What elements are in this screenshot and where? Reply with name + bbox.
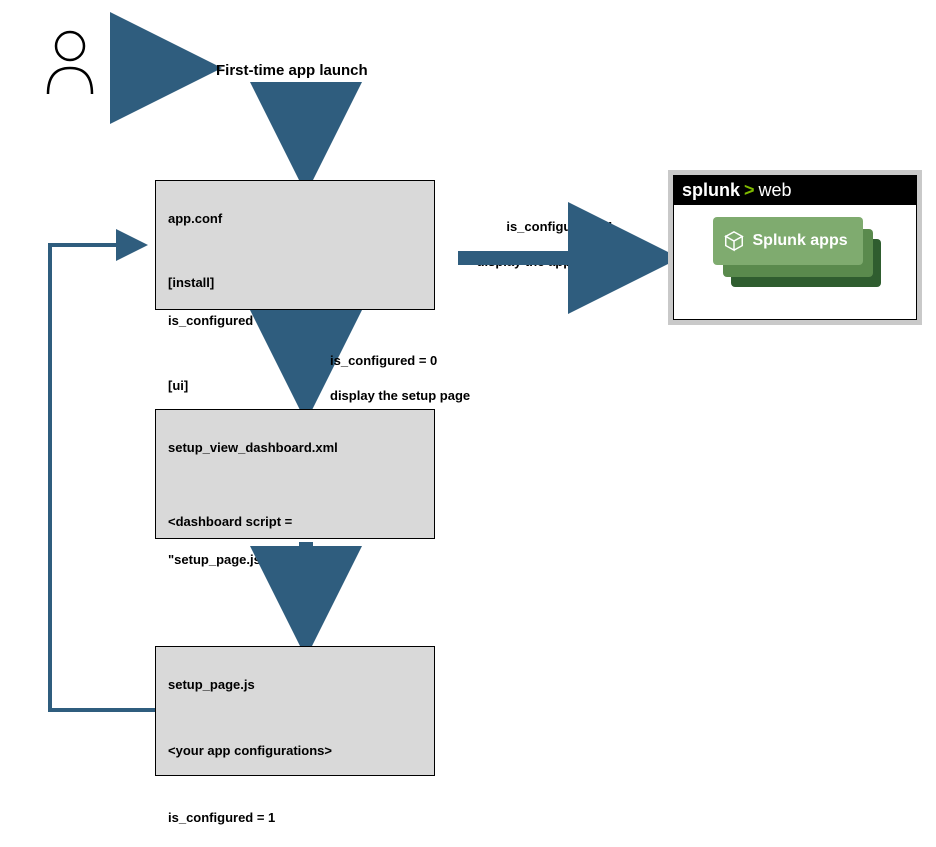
splunk-web-header: splunk > web — [674, 176, 916, 205]
branch-down-l1: is_configured = 0 — [330, 353, 437, 368]
appconf-install-section: [install] — [168, 274, 422, 293]
setupjs-filename: setup_page.js — [168, 676, 422, 695]
setupjs-isconfigured: is_configured = 1 — [168, 809, 422, 828]
arrow-setupjs-to-appconf-loop — [40, 238, 170, 728]
user-icon — [40, 28, 100, 98]
arrow-appconf-to-setupxml — [286, 312, 326, 412]
setupjs-configurations: <your app configurations> — [168, 742, 422, 761]
splunk-brand-1: splunk — [682, 180, 740, 201]
setupxml-filename: setup_view_dashboard.xml — [168, 439, 422, 458]
splunk-apps-stack: Splunk apps — [713, 217, 878, 287]
diagram-title: First-time app launch — [216, 62, 368, 79]
arrow-title-to-appconf — [286, 84, 326, 184]
arrow-user-to-title — [110, 48, 210, 88]
box-app-conf: app.conf [install] is_configured = ? [ui… — [155, 180, 435, 310]
package-icon — [723, 230, 745, 252]
splunk-gt-icon: > — [744, 180, 755, 201]
arrow-setupxml-to-setupjs — [286, 542, 326, 648]
splunk-web-panel: splunk > web Splunk apps — [668, 170, 922, 325]
branch-right-l1: is_configured = 1 — [506, 219, 613, 234]
arrow-appconf-to-splunkweb — [458, 238, 668, 278]
branch-down-l2: display the setup page — [330, 388, 470, 403]
splunk-brand-2: web — [759, 180, 792, 201]
setupxml-line1: <dashboard script = — [168, 513, 422, 532]
branch-configured-0-label: is_configured = 0 display the setup page — [330, 334, 510, 404]
box-setup-view-dashboard-xml: setup_view_dashboard.xml <dashboard scri… — [155, 409, 435, 539]
splunk-apps-label: Splunk apps — [753, 232, 848, 250]
box-setup-page-js: setup_page.js <your app configurations> … — [155, 646, 435, 776]
appconf-filename: app.conf — [168, 210, 422, 229]
